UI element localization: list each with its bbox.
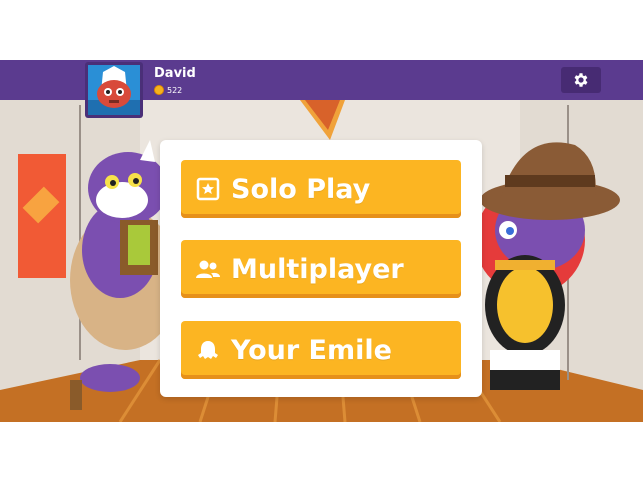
avatar[interactable]	[85, 62, 143, 118]
settings-button[interactable]	[561, 67, 601, 93]
solo-play-button[interactable]: Solo Play	[181, 160, 461, 218]
your-emile-button[interactable]: Your Emile	[181, 321, 461, 379]
gear-icon	[574, 73, 588, 87]
multiplayer-button[interactable]: Multiplayer	[181, 240, 461, 298]
emile-character-icon	[195, 337, 221, 363]
your-emile-label: Your Emile	[231, 334, 392, 366]
solo-play-label: Solo Play	[231, 173, 371, 205]
star-card-icon	[195, 176, 221, 202]
coin-balance: 522	[154, 85, 182, 95]
main-menu-card: Solo Play Multiplayer Your Emile	[160, 140, 482, 397]
multiplayer-label: Multiplayer	[231, 253, 404, 285]
people-icon	[195, 256, 221, 282]
coin-count: 522	[167, 85, 183, 95]
avatar-character-icon	[88, 65, 140, 115]
coin-icon	[154, 85, 164, 95]
username: David	[154, 66, 196, 81]
